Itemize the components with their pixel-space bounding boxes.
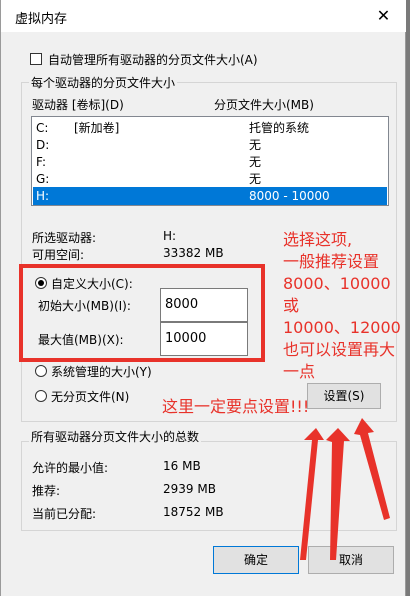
red-arrow (326, 428, 350, 560)
annotation-arrows (300, 418, 390, 560)
red-arrow (354, 418, 390, 520)
red-arrow (300, 428, 324, 560)
